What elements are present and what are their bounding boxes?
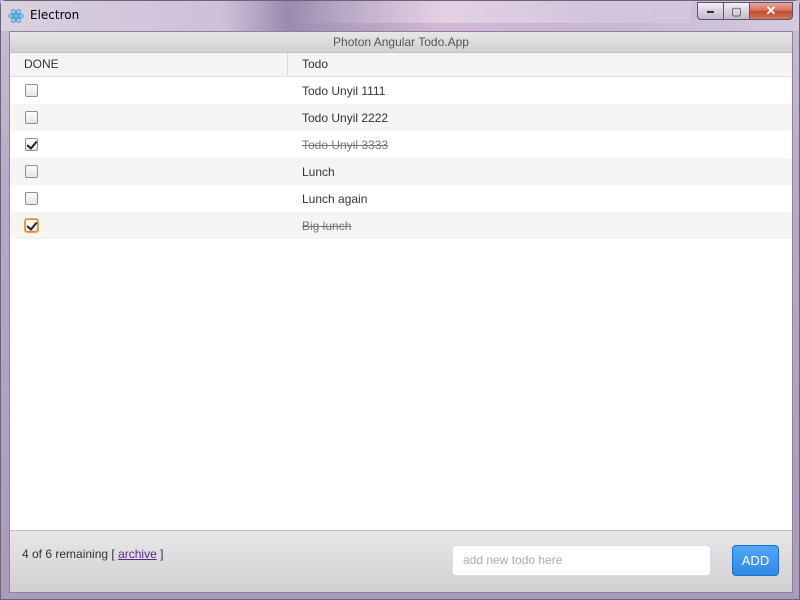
- done-checkbox[interactable]: [25, 111, 38, 124]
- column-header-todo: Todo: [302, 57, 329, 71]
- close-icon: ✕: [765, 3, 777, 18]
- todo-row: Lunch: [10, 158, 792, 185]
- todo-text: Todo Unyil 3333: [302, 137, 389, 152]
- app-header: Photon Angular Todo.App: [10, 32, 792, 53]
- done-checkbox[interactable]: [25, 138, 38, 151]
- remaining-count: 4 of 6 remaining [: [22, 547, 115, 561]
- add-button[interactable]: ADD: [732, 545, 779, 576]
- column-header-done: DONE: [10, 53, 288, 76]
- todo-row: Todo Unyil 2222: [10, 104, 792, 131]
- done-checkbox[interactable]: [25, 165, 38, 178]
- minimize-icon: ▬: [707, 7, 714, 15]
- todo-list: Todo Unyil 1111 Todo Unyil 2222 Todo Uny…: [10, 77, 792, 239]
- new-todo-input[interactable]: add new todo here: [452, 545, 711, 576]
- electron-icon: [8, 8, 24, 24]
- window-title: Electron: [30, 8, 80, 22]
- close-button[interactable]: ✕: [749, 2, 793, 20]
- title-bar[interactable]: Electron ▬ ▢ ✕: [1, 1, 799, 31]
- remaining-close: ]: [160, 547, 164, 561]
- maximize-button[interactable]: ▢: [723, 2, 749, 20]
- todo-text: Todo Unyil 1111: [302, 83, 386, 98]
- remaining-status: 4 of 6 remaining [ archive ]: [22, 547, 163, 561]
- done-checkbox[interactable]: [25, 219, 38, 232]
- todo-row: Lunch again: [10, 185, 792, 212]
- todo-row: Todo Unyil 3333: [10, 131, 792, 158]
- todo-row: Big lunch: [10, 212, 792, 239]
- maximize-icon: ▢: [731, 5, 742, 18]
- window-frame: Electron ▬ ▢ ✕ Photon Angular Todo.App D…: [0, 0, 800, 600]
- todo-text: Lunch again: [302, 191, 368, 206]
- archive-link[interactable]: archive: [118, 547, 157, 561]
- window-controls: ▬ ▢ ✕: [697, 2, 793, 20]
- app-footer: 4 of 6 remaining [ archive ] add new tod…: [10, 530, 792, 592]
- minimize-button[interactable]: ▬: [697, 2, 723, 20]
- todo-text: Todo Unyil 2222: [302, 110, 389, 125]
- done-checkbox[interactable]: [25, 192, 38, 205]
- todo-text: Big lunch: [302, 218, 352, 233]
- done-checkbox[interactable]: [25, 84, 38, 97]
- todo-row: Todo Unyil 1111: [10, 77, 792, 104]
- app-content: Photon Angular Todo.App DONE Todo Todo U…: [9, 31, 793, 593]
- table-header: DONE Todo: [10, 53, 792, 77]
- todo-text: Lunch: [302, 164, 335, 179]
